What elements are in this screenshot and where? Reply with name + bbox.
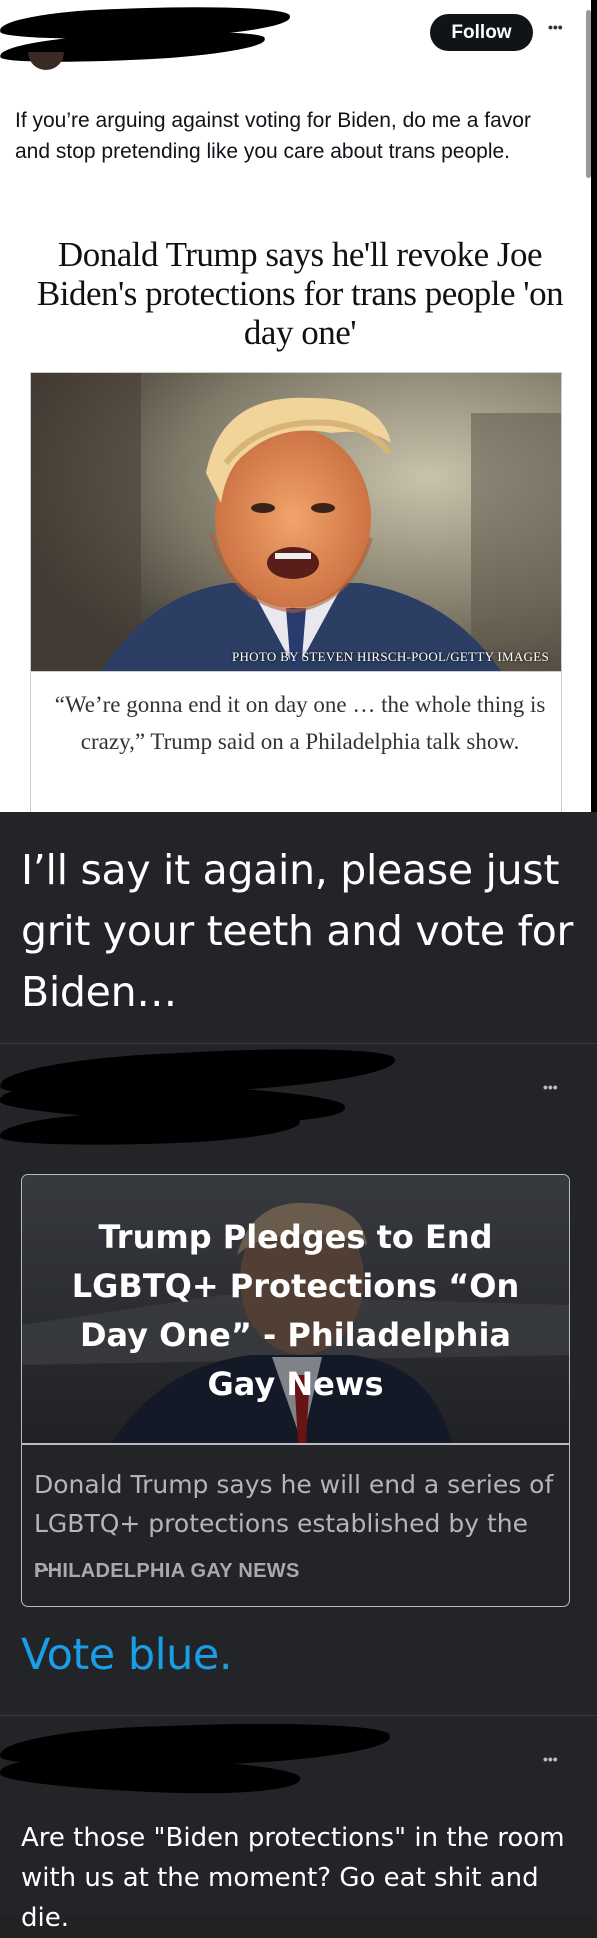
- link-card-image: Trump Pledges to End LGBTQ+ Protections …: [22, 1175, 569, 1443]
- divider: [0, 1715, 597, 1716]
- article-photo: PHOTO BY STEVEN HIRSCH-POOL/GETTY IMAGES: [30, 372, 562, 672]
- follow-button[interactable]: Follow: [430, 14, 533, 51]
- card-separator: [22, 1443, 569, 1445]
- article-headline: Donald Trump says he'll revoke Joe Biden…: [36, 235, 564, 352]
- photo-credit: PHOTO BY STEVEN HIRSCH-POOL/GETTY IMAGES: [231, 649, 549, 664]
- link-card-source: PHILADELPHIA GAY NEWS: [34, 1560, 300, 1582]
- embedded-tweet: Follow ••• If you’re arguing against vot…: [0, 0, 597, 812]
- link-card[interactable]: Trump Pledges to End LGBTQ+ Protections …: [21, 1174, 570, 1607]
- avatar[interactable]: [28, 52, 64, 70]
- more-options-icon[interactable]: •••: [543, 1080, 558, 1094]
- trump-photo-illustration: [31, 373, 561, 671]
- tweet-text: If you’re arguing against voting for Bid…: [15, 109, 531, 163]
- link-card-title: Trump Pledges to End LGBTQ+ Protections …: [71, 1218, 520, 1403]
- more-options-icon[interactable]: •••: [543, 1752, 558, 1766]
- photo-caption: “We’re gonna end it on day one … the who…: [54, 692, 546, 754]
- reply-text: Are those "Biden protections" in the roo…: [21, 1823, 565, 1933]
- screenshot-edge: [591, 0, 597, 812]
- post-text: I’ll say it again, please just grit your…: [21, 846, 574, 1016]
- more-options-icon[interactable]: •••: [548, 20, 563, 34]
- reblog-comment: Vote blue.: [21, 1630, 233, 1680]
- divider: [0, 1043, 597, 1044]
